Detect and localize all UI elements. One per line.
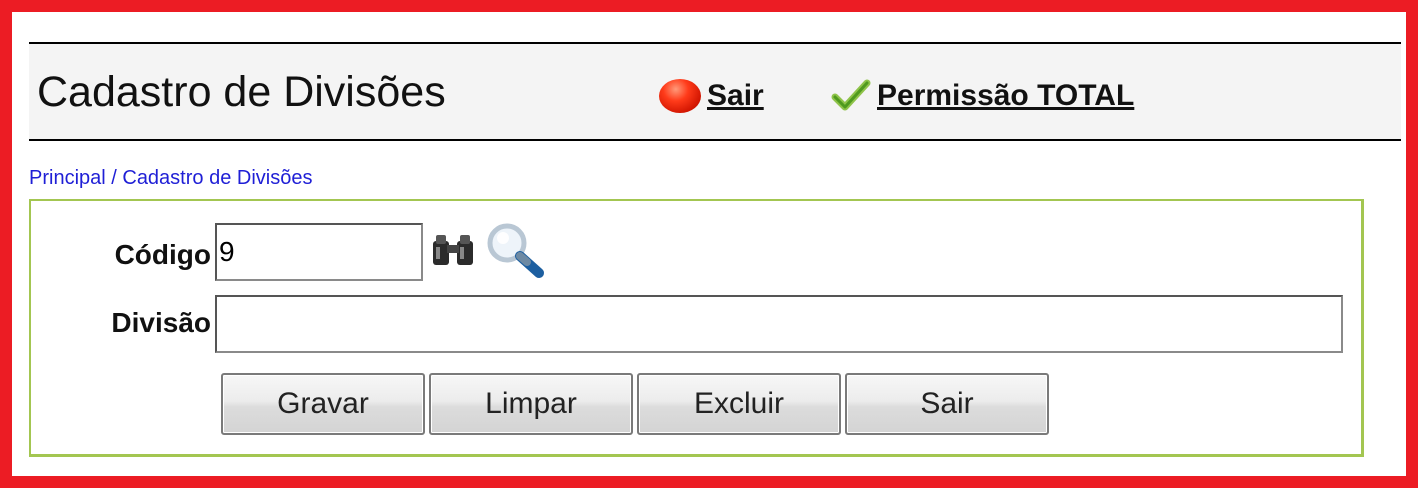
permission-link[interactable]: Permissão TOTAL — [831, 79, 1134, 113]
save-button[interactable]: Gravar — [221, 373, 425, 435]
divisao-label: Divisão — [111, 307, 211, 338]
page-header: Cadastro de Divisões Sair Permissão TOTA… — [29, 42, 1401, 141]
codigo-input[interactable] — [215, 223, 423, 281]
red-highlight-frame: Cadastro de Divisões Sair Permissão TOTA… — [0, 0, 1418, 488]
codigo-label: Código — [114, 239, 211, 270]
binoculars-icon[interactable] — [431, 233, 475, 267]
page-title: Cadastro de Divisões — [37, 68, 446, 116]
form-panel: Código Divisão Gravar Limpar Excluir Sai… — [29, 199, 1364, 457]
exit-link[interactable]: Sair — [659, 79, 764, 113]
divisao-input[interactable] — [215, 295, 1343, 353]
checkmark-icon — [831, 79, 871, 111]
breadcrumb[interactable]: Principal / Cadastro de Divisões — [29, 167, 312, 190]
exit-link-label: Sair — [707, 79, 764, 112]
exit-button[interactable]: Sair — [845, 373, 1049, 435]
magnifier-icon[interactable] — [483, 219, 547, 281]
delete-button[interactable]: Excluir — [637, 373, 841, 435]
permission-link-label: Permissão TOTAL — [877, 79, 1135, 112]
red-circle-icon — [659, 79, 701, 113]
clear-button[interactable]: Limpar — [429, 373, 633, 435]
